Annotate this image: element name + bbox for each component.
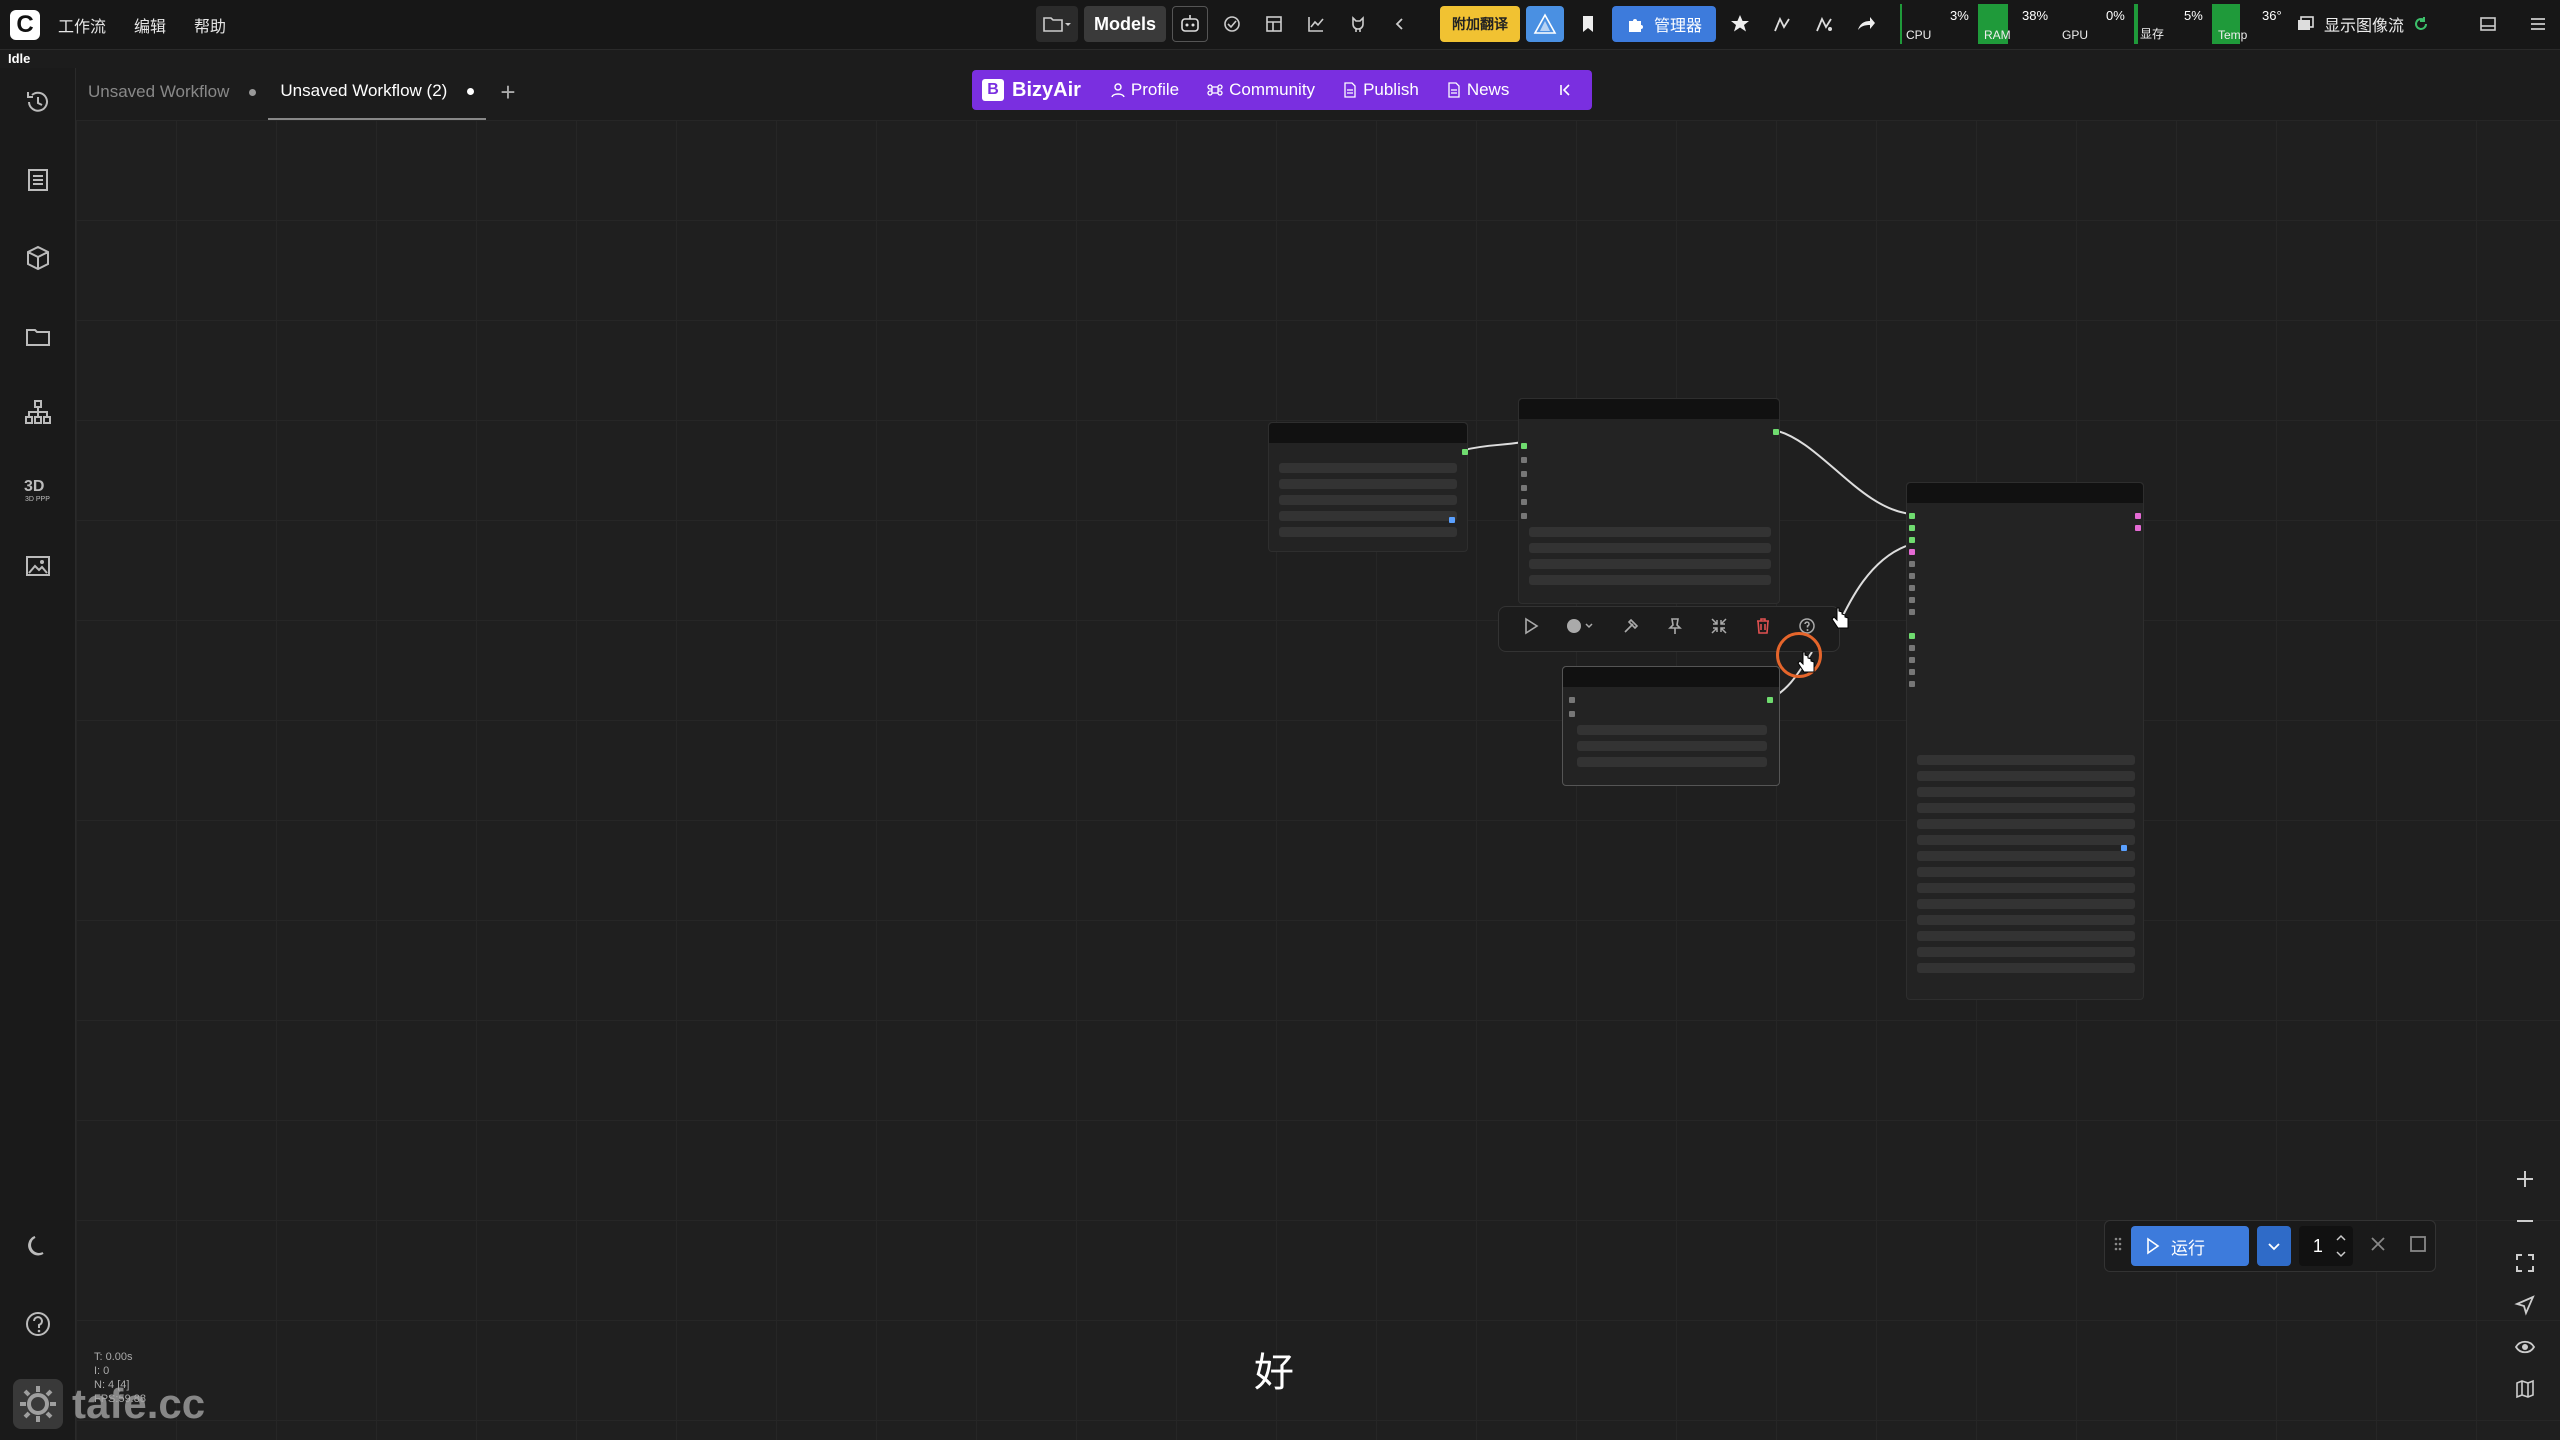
bizyair-logo-icon: B <box>982 79 1004 101</box>
output-port[interactable] <box>2135 513 2141 519</box>
input-port[interactable] <box>1521 443 1527 449</box>
stat-iterations: I: 0 <box>94 1365 110 1377</box>
document-icon <box>1344 82 1356 98</box>
fit-view-icon[interactable] <box>2514 1252 2536 1280</box>
queue-panel: 运行 1 <box>2104 1220 2436 1272</box>
collapse-bar-icon[interactable] <box>1548 83 1582 97</box>
cursor-hand-icon-2 <box>1831 607 1849 629</box>
delete-icon[interactable] <box>1753 616 1773 642</box>
output-port[interactable] <box>1462 449 1468 455</box>
node-main[interactable] <box>1518 398 1780 604</box>
minimap-icon[interactable] <box>2514 1378 2536 1406</box>
cursor-hand-icon <box>1797 651 1815 673</box>
zoom-in-icon[interactable] <box>2514 1168 2536 1196</box>
output-port[interactable] <box>1773 429 1779 435</box>
bizyair-bar: B BizyAir Profile Community Publish News <box>972 70 1592 110</box>
settings-gear-icon[interactable] <box>12 1378 64 1430</box>
node-header[interactable] <box>1563 667 1779 687</box>
stepper-icon[interactable] <box>2335 1231 2347 1261</box>
video-subtitle: 好 <box>1254 1350 1294 1396</box>
user-icon <box>1111 83 1125 98</box>
document-icon <box>1448 82 1460 98</box>
play-icon[interactable] <box>1521 616 1541 642</box>
stat-time: T: 0.00s <box>94 1351 133 1363</box>
run-button[interactable]: 运行 <box>2131 1226 2250 1266</box>
collapse-icon[interactable] <box>1709 616 1729 642</box>
chevron-down-icon <box>2268 1243 2280 1251</box>
batch-count-input[interactable]: 1 <box>2298 1226 2353 1266</box>
bizyair-publish[interactable]: Publish <box>1333 80 1429 100</box>
visibility-eye-icon[interactable] <box>2514 1336 2536 1364</box>
zoom-out-icon[interactable] <box>2514 1210 2536 1238</box>
drag-handle-icon[interactable] <box>2113 1235 2123 1258</box>
pin-icon[interactable] <box>1665 616 1685 642</box>
input-port[interactable] <box>1909 513 1915 519</box>
watermark: tafe.cc <box>12 1378 205 1430</box>
bizyair-profile[interactable]: Profile <box>1101 80 1189 100</box>
output-port[interactable] <box>1449 517 1455 523</box>
output-port[interactable] <box>1767 697 1773 703</box>
run-mode-dropdown[interactable] <box>2257 1226 2291 1266</box>
bypass-icon[interactable] <box>1621 616 1641 642</box>
select-mode-icon[interactable] <box>2514 1294 2536 1322</box>
bizyair-community[interactable]: Community <box>1197 80 1325 100</box>
color-picker-icon[interactable] <box>1565 616 1597 642</box>
node-header[interactable] <box>1269 423 1467 443</box>
stop-icon[interactable] <box>2409 1235 2427 1258</box>
node-header[interactable] <box>1519 399 1779 419</box>
bizyair-news-label: News <box>1466 80 1510 99</box>
node-header[interactable] <box>1907 483 2143 503</box>
bizyair-community-label: Community <box>1229 80 1316 99</box>
bizyair-brand[interactable]: B BizyAir <box>982 79 1081 102</box>
canvas-controls <box>2508 1168 2542 1430</box>
bizyair-brand-label: BizyAir <box>1012 78 1081 101</box>
batch-count-value: 1 <box>2312 1235 2323 1256</box>
cancel-icon[interactable] <box>2369 1235 2387 1258</box>
node-output[interactable] <box>1906 482 2144 1000</box>
node-selected[interactable] <box>1562 666 1780 786</box>
node-loader[interactable] <box>1268 422 1468 552</box>
command-icon <box>1207 84 1223 96</box>
bizyair-profile-label: Profile <box>1130 80 1180 99</box>
run-label: 运行 <box>2171 1238 2205 1258</box>
bizyair-publish-label: Publish <box>1363 80 1419 99</box>
watermark-text: tafe.cc <box>72 1380 206 1427</box>
play-icon <box>2147 1237 2160 1255</box>
bizyair-news[interactable]: News <box>1437 80 1520 100</box>
